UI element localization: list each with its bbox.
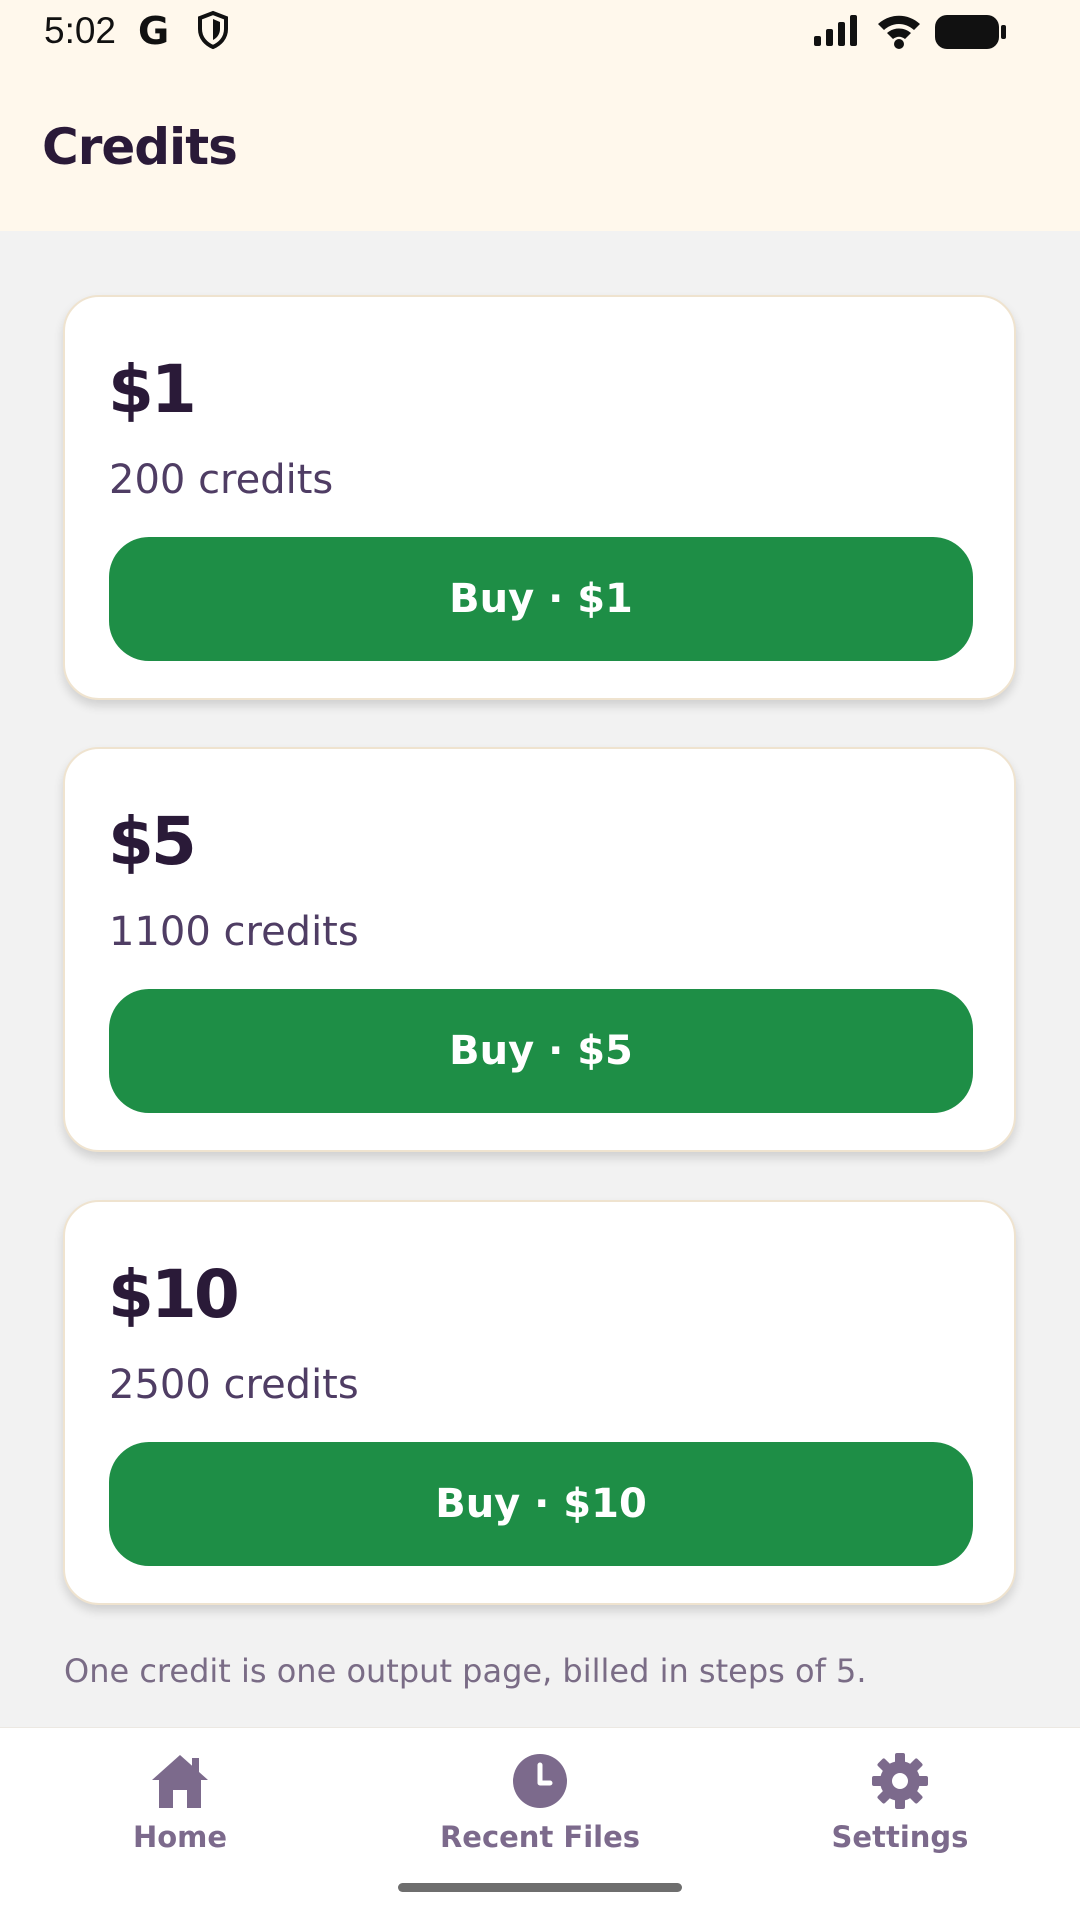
page-title: Credits xyxy=(42,118,238,176)
package-credits: 1100 credits xyxy=(109,909,359,955)
status-time: 5:02 xyxy=(44,10,117,51)
credit-package-card: $5 1100 credits Buy · $5 xyxy=(63,747,1016,1152)
credit-package-card: $1 200 credits Buy · $1 xyxy=(63,295,1016,700)
nav-item-settings[interactable]: Settings xyxy=(720,1728,1080,1878)
nav-label-home: Home xyxy=(132,1820,228,1854)
clock-icon xyxy=(507,1748,573,1814)
credit-package-card: $10 2500 credits Buy · $10 xyxy=(63,1200,1016,1605)
shield-icon xyxy=(196,10,230,55)
home-icon xyxy=(147,1748,213,1814)
gear-icon xyxy=(867,1748,933,1814)
credits-footnote: One credit is one output page, billed in… xyxy=(64,1652,867,1690)
package-price: $1 xyxy=(108,351,197,428)
package-credits: 2500 credits xyxy=(109,1362,359,1408)
google-g-icon: G xyxy=(136,9,172,55)
nav-label-recent-files: Recent Files xyxy=(439,1820,641,1854)
buy-button[interactable]: Buy · $1 xyxy=(109,537,973,661)
nav-item-recent-files[interactable]: Recent Files xyxy=(360,1728,720,1878)
wifi-icon xyxy=(876,12,922,55)
signal-icon xyxy=(812,14,860,53)
app-header: 5:02 G Credits xyxy=(0,0,1080,231)
svg-text:G: G xyxy=(138,10,169,50)
nav-label-settings: Settings xyxy=(831,1820,969,1854)
buy-button[interactable]: Buy · $5 xyxy=(109,989,973,1113)
package-price: $5 xyxy=(108,803,197,880)
package-price: $10 xyxy=(108,1256,240,1333)
package-credits: 200 credits xyxy=(109,457,334,503)
battery-icon xyxy=(934,14,1008,55)
status-bar: 5:02 G xyxy=(0,0,1080,62)
buy-button[interactable]: Buy · $10 xyxy=(109,1442,973,1566)
nav-item-home[interactable]: Home xyxy=(0,1728,360,1878)
home-indicator xyxy=(398,1883,682,1892)
